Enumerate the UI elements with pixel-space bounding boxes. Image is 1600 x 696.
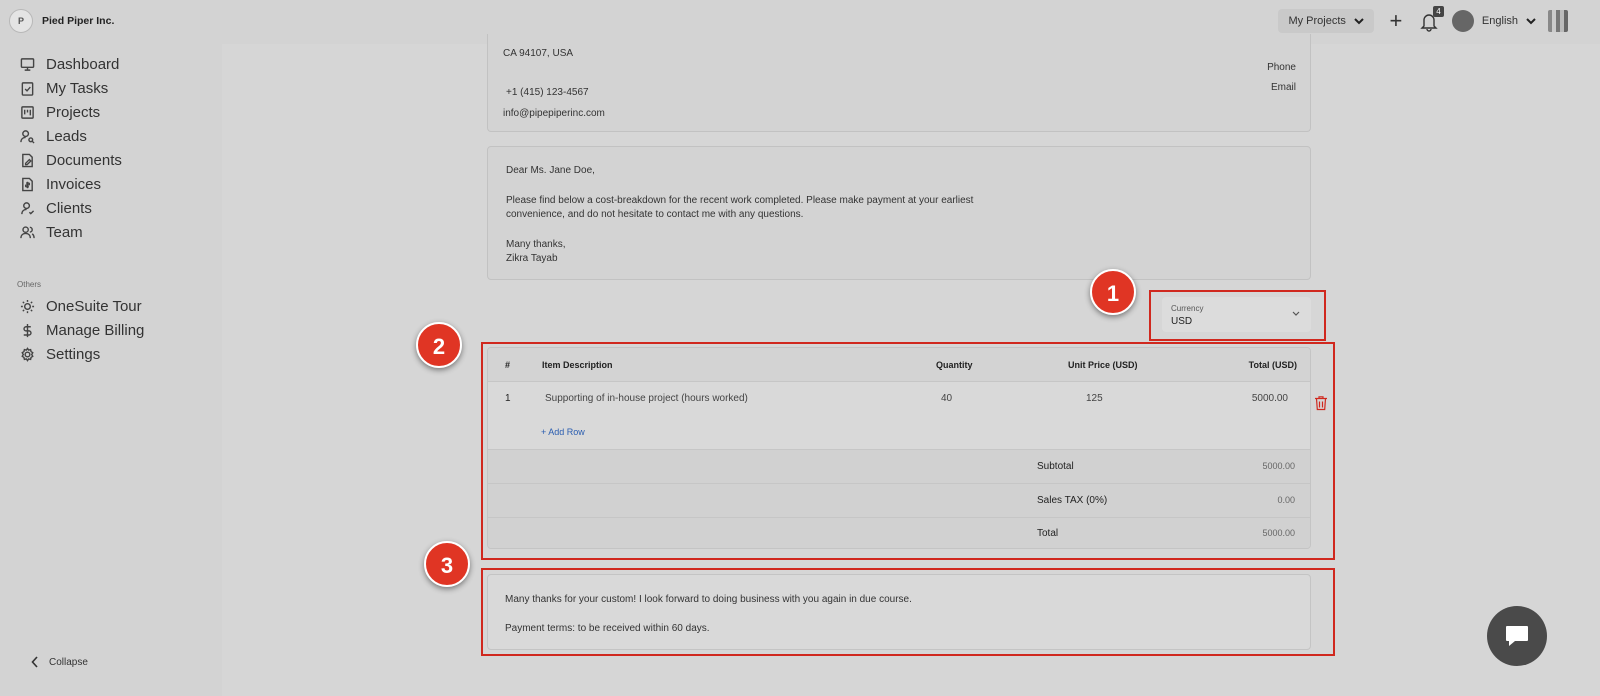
language-label: English bbox=[1481, 15, 1518, 27]
org-logo: P bbox=[9, 9, 33, 33]
letter-card[interactable]: Dear Ms. Jane Doe, Please find below a c… bbox=[487, 146, 1311, 280]
my-projects-dropdown[interactable]: My Projects bbox=[1278, 9, 1374, 33]
chevron-down-icon bbox=[1354, 17, 1364, 24]
others-section-label: Others bbox=[17, 280, 42, 289]
sidebar-item-label: My Tasks bbox=[46, 79, 109, 97]
top-right-controls: My Projects + 4 English bbox=[1278, 6, 1568, 33]
marker-2: 2 bbox=[416, 322, 462, 368]
email-label: Email bbox=[1270, 82, 1296, 93]
sidebar-item-settings[interactable]: Settings bbox=[20, 343, 100, 365]
sidebar-item-documents[interactable]: Documents bbox=[20, 149, 122, 171]
dashboard-icon bbox=[20, 57, 35, 71]
my-projects-label: My Projects bbox=[1288, 15, 1346, 27]
dollar-icon bbox=[23, 323, 32, 337]
invoices-icon bbox=[22, 177, 33, 191]
sidebar-item-label: Settings bbox=[46, 345, 101, 363]
collapse-button[interactable]: Collapse bbox=[31, 656, 88, 668]
tasks-icon bbox=[21, 81, 34, 96]
letter-body-line-2: convenience, and do not hesitate to cont… bbox=[506, 209, 804, 220]
chat-button[interactable] bbox=[1487, 606, 1547, 666]
sidebar-item-dashboard[interactable]: Dashboard bbox=[20, 53, 119, 75]
leads-icon bbox=[20, 129, 35, 144]
team-icon bbox=[20, 225, 35, 238]
sidebar-item-projects[interactable]: Projects bbox=[20, 101, 100, 123]
letter-salutation: Dear Ms. Jane Doe, bbox=[506, 165, 595, 176]
sidebar-item-clients[interactable]: Clients bbox=[20, 197, 92, 219]
sidebar-item-label: Clients bbox=[46, 199, 92, 217]
email-value: info@pipepiperinc.com bbox=[503, 108, 605, 119]
address-card: CA 94107, USA +1 (415) 123-4567 info@pip… bbox=[487, 34, 1311, 132]
sidebar-item-label: Leads bbox=[46, 127, 87, 145]
collapse-label: Collapse bbox=[49, 656, 88, 668]
letter-signature: Zikra Tayab bbox=[506, 253, 558, 264]
sidebar: Dashboard My Tasks Projects Leads Docume… bbox=[0, 44, 222, 696]
letter-signoff: Many thanks, bbox=[506, 239, 566, 250]
sidebar-item-label: Documents bbox=[46, 151, 122, 169]
projects-icon bbox=[21, 105, 34, 119]
clients-icon bbox=[21, 201, 35, 215]
user-avatar[interactable] bbox=[1548, 10, 1568, 32]
org-name: Pied Piper Inc. bbox=[42, 15, 115, 27]
sidebar-item-onesuite-tour[interactable]: OneSuite Tour bbox=[20, 295, 142, 317]
globe-icon bbox=[1451, 10, 1474, 32]
language-selector[interactable]: English bbox=[1451, 10, 1536, 32]
highlight-notes bbox=[481, 568, 1335, 656]
phone-label: Phone bbox=[1267, 62, 1296, 73]
phone-value: +1 (415) 123-4567 bbox=[506, 87, 589, 98]
sidebar-item-label: Invoices bbox=[46, 175, 102, 193]
sidebar-item-manage-billing[interactable]: Manage Billing bbox=[20, 319, 144, 341]
documents-icon bbox=[22, 153, 33, 167]
marker-1: 1 bbox=[1090, 269, 1136, 315]
gear-icon bbox=[21, 346, 34, 362]
marker-3: 3 bbox=[424, 541, 470, 587]
sidebar-item-leads[interactable]: Leads bbox=[20, 125, 87, 147]
sidebar-item-label: Team bbox=[46, 223, 83, 241]
chevron-left-icon bbox=[31, 656, 38, 668]
sidebar-item-label: Manage Billing bbox=[46, 321, 145, 339]
sun-icon bbox=[20, 299, 35, 313]
highlight-line-items bbox=[481, 342, 1335, 560]
highlight-currency bbox=[1149, 290, 1326, 341]
sidebar-item-invoices[interactable]: Invoices bbox=[20, 173, 101, 195]
sidebar-item-label: Dashboard bbox=[46, 55, 120, 73]
add-icon[interactable]: + bbox=[1386, 10, 1406, 32]
letter-body-line-1: Please find below a cost-breakdown for t… bbox=[506, 195, 974, 206]
chevron-down-icon bbox=[1526, 17, 1536, 24]
sidebar-item-team[interactable]: Team bbox=[20, 221, 83, 243]
notification-badge: 4 bbox=[1432, 6, 1444, 17]
sidebar-item-label: Projects bbox=[46, 103, 101, 121]
sidebar-item-my-tasks[interactable]: My Tasks bbox=[20, 77, 108, 99]
notifications-button[interactable]: 4 bbox=[1418, 6, 1444, 32]
chat-bubble-icon bbox=[1506, 626, 1528, 646]
sidebar-item-label: OneSuite Tour bbox=[46, 297, 142, 315]
address-line: CA 94107, USA bbox=[503, 48, 574, 59]
org-switcher[interactable]: P Pied Piper Inc. bbox=[9, 9, 114, 33]
